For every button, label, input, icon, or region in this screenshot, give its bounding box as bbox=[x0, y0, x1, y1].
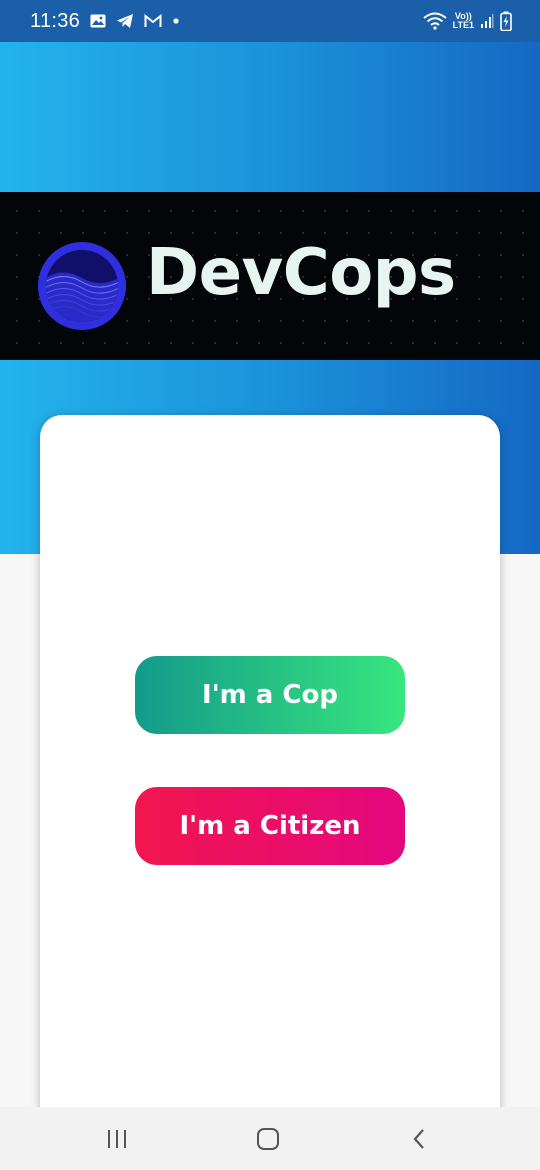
wave-sphere-logo-icon bbox=[36, 240, 128, 332]
status-right: Vo)) LTE1 bbox=[423, 11, 512, 31]
logo-text: DevCops bbox=[146, 236, 456, 310]
home-icon[interactable] bbox=[248, 1121, 288, 1157]
logo-banner: DevCops bbox=[0, 192, 540, 360]
dot-icon bbox=[172, 17, 180, 25]
signal-icon bbox=[480, 13, 494, 29]
network-label-bottom: LTE1 bbox=[452, 20, 474, 30]
screen: 11:36 Vo)) LTE1 DevCops I'm a Cop I'm a … bbox=[0, 0, 540, 1170]
back-icon[interactable] bbox=[399, 1121, 439, 1157]
network-type: Vo)) LTE1 bbox=[453, 12, 474, 30]
status-time: 11:36 bbox=[30, 9, 81, 32]
navigation-bar bbox=[0, 1107, 540, 1170]
role-selection-card: I'm a Cop I'm a Citizen bbox=[40, 415, 500, 1135]
gmail-icon bbox=[144, 14, 162, 28]
recent-apps-icon[interactable] bbox=[97, 1121, 137, 1157]
status-bar: 11:36 Vo)) LTE1 bbox=[0, 0, 540, 42]
telegram-icon bbox=[116, 13, 134, 29]
cop-button[interactable]: I'm a Cop bbox=[135, 656, 405, 734]
battery-charging-icon bbox=[500, 11, 512, 31]
gallery-icon bbox=[90, 14, 106, 28]
status-left: 11:36 bbox=[30, 10, 180, 33]
wifi-icon bbox=[423, 12, 447, 30]
citizen-button[interactable]: I'm a Citizen bbox=[135, 787, 405, 865]
